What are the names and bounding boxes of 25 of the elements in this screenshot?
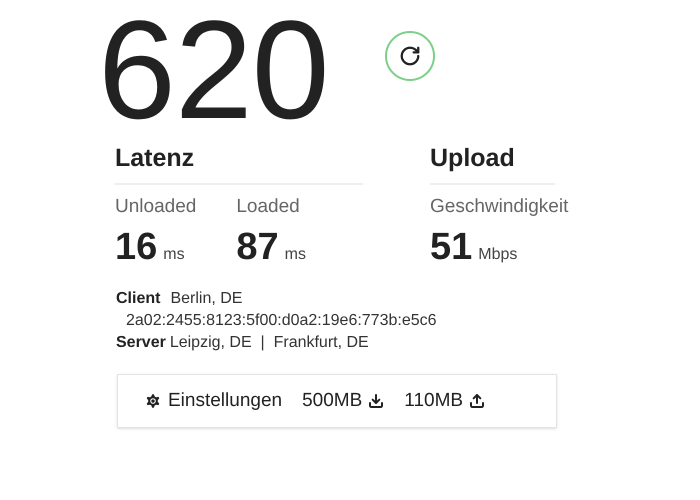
download-icon <box>368 393 384 409</box>
metric-unit: ms <box>284 247 306 263</box>
latency-title: Latenz <box>115 146 363 185</box>
metric-value: 87 <box>236 228 279 266</box>
server-label: Server <box>116 333 166 353</box>
settings-icon <box>144 392 162 410</box>
settings-button[interactable]: Einstellungen <box>144 386 282 416</box>
upload-size: 110MB <box>404 388 464 413</box>
refresh-icon <box>398 45 421 67</box>
metric-unit: ms <box>163 247 185 263</box>
metric-label: Loaded <box>236 197 301 216</box>
client-ip: 2a02:2455:8123:5f00:d0a2:19e6:773b:e5c6 <box>125 311 438 331</box>
metric-value: 16 <box>115 228 158 266</box>
restart-button[interactable] <box>384 31 435 81</box>
metric-unit: Mbps <box>478 247 518 263</box>
metric-label: Unloaded <box>115 197 196 216</box>
download-size: 500MB <box>302 388 362 413</box>
client-location: Berlin, DE <box>170 289 242 309</box>
server-locations: Leipzig, DE | Frankfurt, DE <box>170 333 369 353</box>
upload-title: Upload <box>430 146 555 185</box>
metric-label: Geschwindigkeit <box>430 197 568 216</box>
metric-value: 51 <box>430 228 472 266</box>
download-speed: 620 <box>98 0 329 140</box>
client-label: Client <box>116 289 160 309</box>
upload-icon <box>469 393 486 409</box>
